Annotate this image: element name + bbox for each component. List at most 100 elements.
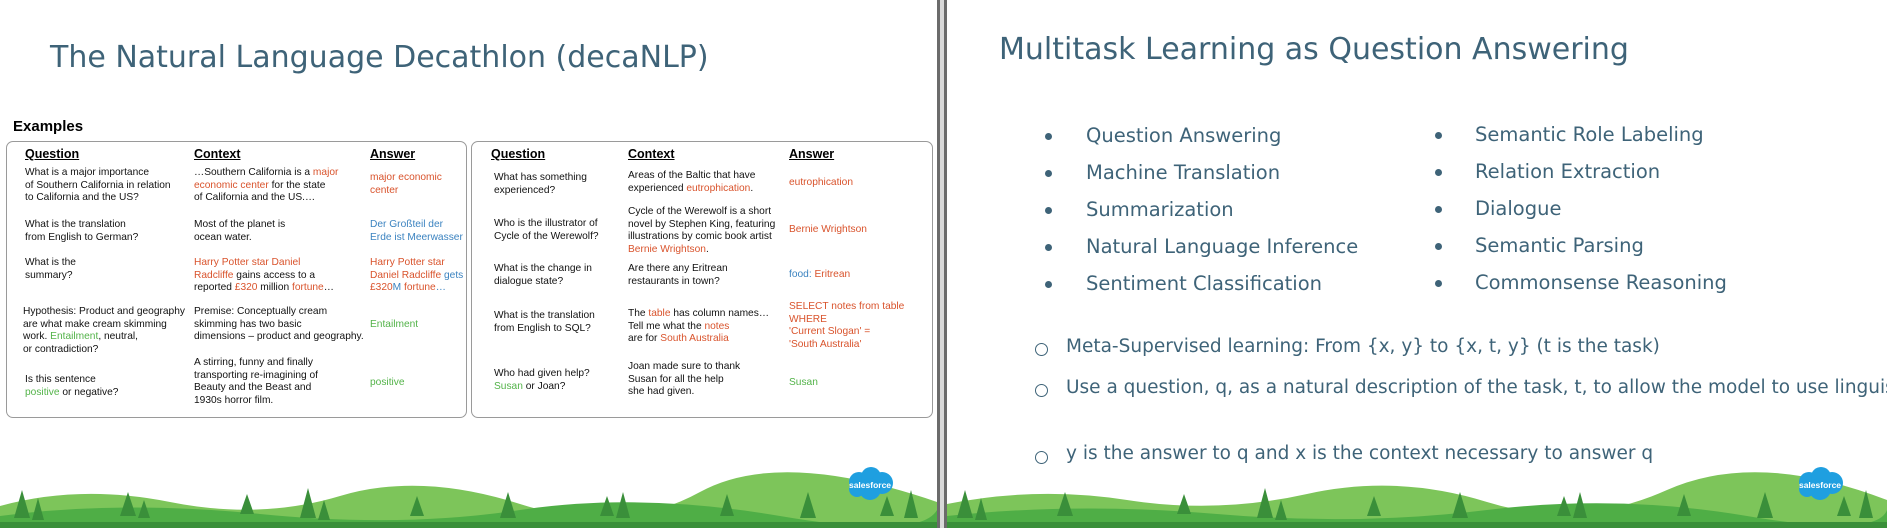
text-segment: What is a major importance of Southern C… <box>25 167 171 204</box>
forest-footer-illustration <box>947 472 1887 528</box>
text-segment: What is the summary? <box>25 257 76 281</box>
example-question: Is this sentence positive or negative? <box>25 374 118 399</box>
highlighted-text: Entailment <box>370 319 419 330</box>
text-segment: The <box>628 308 649 319</box>
bullet-dot <box>1435 169 1442 176</box>
task-item: Commonsense Reasoning <box>1475 271 1727 294</box>
text-segment: million <box>257 282 292 294</box>
salesforce-logo-text: salesforce <box>1798 480 1842 490</box>
answer-header: Answer <box>789 147 835 161</box>
text-segment: What has something experienced? <box>494 172 587 196</box>
example-answer: positive <box>370 377 405 390</box>
highlighted-text: Der Großteil der Erde ist Meerwasser <box>370 219 463 243</box>
bullet-dot <box>1045 133 1052 140</box>
example-context: Cycle of the Werewolf is a short novel b… <box>628 206 775 256</box>
highlighted-text: eutrophication <box>789 177 854 188</box>
text-segment: Are there any Eritrean restaurants in to… <box>628 263 728 287</box>
text-segment: . <box>705 243 709 255</box>
task-item: Natural Language Inference <box>1086 235 1359 258</box>
highlighted-text: South Australia <box>660 333 729 345</box>
highlighted-text: Susan <box>789 377 818 388</box>
highlighted-text: £320 <box>370 282 393 294</box>
example-answer: Susan <box>789 377 818 390</box>
example-answer: major economic center <box>370 172 442 197</box>
task-item: Sentiment Classification <box>1086 272 1323 295</box>
text-segment: What is the change in dialogue state? <box>494 263 592 287</box>
example-answer: Bernie Wrightson <box>789 224 867 237</box>
example-answer: eutrophication <box>789 177 853 190</box>
example-question: Who had given help? Susan or Joan? <box>494 368 590 393</box>
question-header: Question <box>491 147 546 161</box>
example-question: What is the translation from English to … <box>25 219 138 244</box>
example-context: Most of the planet is ocean water. <box>194 219 285 244</box>
text-segment: What is the translation from English to … <box>25 219 139 243</box>
example-question: What is a major importance of Southern C… <box>25 167 171 205</box>
highlighted-text: Entailment <box>50 331 99 343</box>
example-context: The table has column names… Tell me what… <box>628 308 769 346</box>
examples-panel-1: Question Context Answer What is a major … <box>6 141 467 418</box>
example-context: Areas of the Baltic that have experience… <box>628 170 755 195</box>
text-segment: What is the translation from English to … <box>494 310 595 334</box>
example-answer: Entailment <box>370 319 418 332</box>
task-item: Machine Translation <box>1086 161 1281 184</box>
example-answer: Der Großteil der Erde ist Meerwasser <box>370 219 463 244</box>
highlighted-text: food: <box>789 269 815 280</box>
example-question: Who is the illustrator of Cycle of the W… <box>494 218 599 243</box>
bullet-dot <box>1045 170 1052 177</box>
example-question: What has something experienced? <box>494 172 587 197</box>
highlighted-text: Eritrean <box>814 269 851 280</box>
meta-point: Meta-Supervised learning: From {x, y} to… <box>1066 336 1660 357</box>
text-segment: Cycle of the Werewolf is a short novel b… <box>628 206 776 243</box>
context-header: Context <box>194 147 241 161</box>
example-question: What is the translation from English to … <box>494 310 595 335</box>
highlighted-text: Bernie Wrightson <box>789 224 867 235</box>
task-item: Semantic Parsing <box>1475 234 1644 257</box>
bullet-dot <box>1435 206 1442 213</box>
salesforce-logo: salesforce <box>1795 466 1845 502</box>
highlighted-text: eutrophication <box>686 182 751 194</box>
slide-divider <box>937 0 947 528</box>
text-segment: are for <box>628 333 658 345</box>
highlighted-text: notes <box>704 320 730 332</box>
slide-title: Multitask Learning as Question Answering <box>999 32 1629 67</box>
example-question: What is the summary? <box>25 257 76 282</box>
slide-title: The Natural Language Decathlon (decaNLP) <box>50 40 709 75</box>
slide-decanlp: The Natural Language Decathlon (decaNLP)… <box>0 0 937 528</box>
highlighted-text: gets <box>441 269 464 281</box>
salesforce-logo: salesforce <box>845 466 895 502</box>
example-context: A stirring, funny and finally transporti… <box>194 357 318 407</box>
example-context: Premise: Conceptually cream skimming has… <box>194 306 364 344</box>
context-header: Context <box>628 147 675 161</box>
text-segment: . <box>750 182 754 194</box>
highlighted-text: table <box>648 308 671 319</box>
text-segment: or Joan? <box>522 380 566 392</box>
example-answer: SELECT notes from table WHERE 'Current S… <box>789 301 904 351</box>
highlighted-text: positive <box>370 377 405 388</box>
task-item: Semantic Role Labeling <box>1475 123 1704 146</box>
bullet-dot <box>1435 280 1442 287</box>
question-header: Question <box>25 147 80 161</box>
task-item: Dialogue <box>1475 197 1562 220</box>
text-segment: Is this sentence <box>25 374 96 385</box>
salesforce-logo-text: salesforce <box>848 480 892 490</box>
example-question: Hypothesis: Product and geography are wh… <box>23 306 185 356</box>
highlighted-text: Bernie Wrightson <box>628 243 706 255</box>
bullet-dot <box>1435 243 1442 250</box>
highlighted-text: … <box>435 282 446 294</box>
highlighted-text: Susan <box>494 380 523 392</box>
bullet-dot <box>1045 244 1052 251</box>
example-context: Are there any Eritrean restaurants in to… <box>628 263 728 288</box>
example-question: What is the change in dialogue state? <box>494 263 592 288</box>
bullet-dot <box>1435 132 1442 139</box>
example-context: Harry Potter star Daniel Radcliffe gains… <box>194 257 334 295</box>
example-answer: Harry Potter star Daniel Radcliffe gets … <box>370 257 463 295</box>
circle-bullet <box>1035 384 1048 397</box>
highlighted-text: positive <box>25 386 60 398</box>
highlighted-text: fortune <box>401 282 436 294</box>
meta-point: Use a question, q, as a natural descript… <box>1066 377 1887 398</box>
text-segment: Most of the planet is ocean water. <box>194 219 286 243</box>
examples-label: Examples <box>13 118 84 135</box>
meta-point: y is the answer to q and x is the contex… <box>1066 443 1654 464</box>
circle-bullet <box>1035 451 1048 464</box>
highlighted-text: SELECT notes from table WHERE 'Current S… <box>789 301 905 350</box>
